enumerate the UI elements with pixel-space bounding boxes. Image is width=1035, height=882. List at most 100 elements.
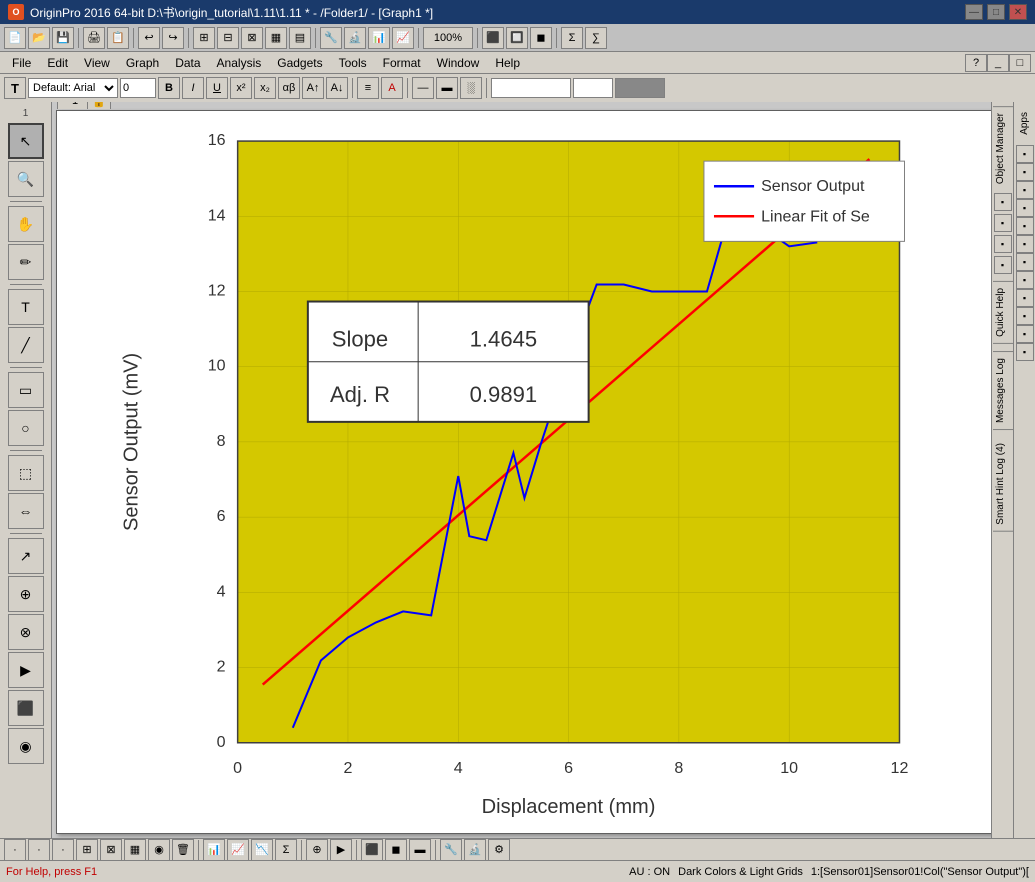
text-icon[interactable]: T [4,77,26,99]
menu-edit[interactable]: Edit [39,54,76,72]
arrow-tool[interactable]: ↗ [8,538,44,574]
tb-icon-9[interactable]: 📈 [392,27,414,49]
bt14[interactable]: ▶ [330,839,352,861]
om-btn4[interactable]: ▪ [994,256,1012,274]
apps-btn8[interactable]: ▪ [1016,271,1034,289]
tb-icon-5[interactable]: ▤ [289,27,311,49]
underline-button[interactable]: U [206,77,228,99]
save-button[interactable]: 💾 [52,27,74,49]
chart-svg[interactable]: 0 2 4 6 8 10 12 14 16 0 2 4 6 8 10 [57,111,1030,833]
menu-tools[interactable]: Tools [331,54,375,72]
line-tool[interactable]: ╱ [8,327,44,363]
zoom-tool[interactable]: 🔍 [8,161,44,197]
button5[interactable]: ◉ [8,728,44,764]
om-btn1[interactable]: ▪ [994,193,1012,211]
bt10[interactable]: 📈 [227,839,249,861]
tb-icon-12[interactable]: ◼ [530,27,552,49]
text-tool[interactable]: T [8,289,44,325]
apps-btn12[interactable]: ▪ [1016,343,1034,361]
italic-button[interactable]: I [182,77,204,99]
font-size-dn[interactable]: A↓ [326,77,348,99]
om-btn3[interactable]: ▪ [994,235,1012,253]
font-select[interactable]: Default: Arial [28,78,118,98]
rect-tool[interactable]: ▭ [8,372,44,408]
apps-btn10[interactable]: ▪ [1016,307,1034,325]
bt2[interactable]: · [28,839,50,861]
menu-min-btn[interactable]: _ [987,54,1009,72]
bt1[interactable]: · [4,839,26,861]
scale-tool[interactable]: ⇔ [8,493,44,529]
tb-icon-6[interactable]: 🔧 [320,27,342,49]
line-color-btn[interactable]: — [412,77,434,99]
smart-hint-label[interactable]: Smart Hint Log (4) [993,437,1013,532]
menu-gadgets[interactable]: Gadgets [269,54,330,72]
font-size-input[interactable] [120,78,156,98]
apps-btn7[interactable]: ▪ [1016,253,1034,271]
apps-btn2[interactable]: ▪ [1016,163,1034,181]
bt13[interactable]: ⊕ [306,839,328,861]
menu-analysis[interactable]: Analysis [209,54,270,72]
tb-icon-11[interactable]: 🔲 [506,27,528,49]
bt9[interactable]: 📊 [203,839,225,861]
font-size-up[interactable]: A↑ [302,77,324,99]
tb-icon-3[interactable]: ⊠ [241,27,263,49]
button3[interactable]: ▶ [8,652,44,688]
menu-max-btn[interactable]: □ [1009,54,1031,72]
bt5[interactable]: ⊠ [100,839,122,861]
pointer-tool[interactable]: ↖ [8,123,44,159]
pattern-btn[interactable]: ░ [460,77,482,99]
close-button[interactable]: ✕ [1009,4,1027,20]
menu-data[interactable]: Data [167,54,208,72]
bt8[interactable]: 🗑 [172,839,194,861]
tb-icon-1[interactable]: ⊞ [193,27,215,49]
menu-file[interactable]: File [4,54,39,72]
new-button[interactable]: 📄 [4,27,26,49]
tb-icon-4[interactable]: ▦ [265,27,287,49]
bt15[interactable]: ⬛ [361,839,383,861]
line-width-input[interactable]: 0 [573,78,613,98]
om-btn2[interactable]: ▪ [994,214,1012,232]
pan-tool[interactable]: ✋ [8,206,44,242]
button1[interactable]: ⊕ [8,576,44,612]
tb-icon-7[interactable]: 🔬 [344,27,366,49]
quick-help-label[interactable]: Quick Help [993,281,1013,344]
tb-icon-10[interactable]: ⬛ [482,27,504,49]
draw-tool[interactable]: ✏ [8,244,44,280]
bt4[interactable]: ⊞ [76,839,98,861]
tb-icon-13[interactable]: Σ [561,27,583,49]
apps-btn11[interactable]: ▪ [1016,325,1034,343]
bt12[interactable]: Σ [275,839,297,861]
redo-button[interactable]: ↪ [162,27,184,49]
messages-log-label[interactable]: Messages Log [993,351,1013,430]
zoom-level[interactable]: 100% [423,27,473,49]
apps-btn4[interactable]: ▪ [1016,199,1034,217]
align-left[interactable]: ≡ [357,77,379,99]
region-tool[interactable]: ⬚ [8,455,44,491]
color-swatch[interactable] [615,78,665,98]
menu-help[interactable]: Help [487,54,528,72]
apps-label[interactable]: Apps [1017,106,1032,141]
bt7[interactable]: ◉ [148,839,170,861]
apps-btn1[interactable]: ▪ [1016,145,1034,163]
undo-button[interactable]: ↩ [138,27,160,49]
greek-btn[interactable]: αβ [278,77,300,99]
bt6[interactable]: ▦ [124,839,146,861]
bold-button[interactable]: B [158,77,180,99]
menu-help-icon[interactable]: ? [965,54,987,72]
button4[interactable]: ⬛ [8,690,44,726]
bt11[interactable]: 📉 [251,839,273,861]
bt3[interactable]: · [52,839,74,861]
line-style-input[interactable] [491,78,571,98]
object-manager-label[interactable]: Object Manager [993,106,1013,190]
tb-icon-8[interactable]: 📊 [368,27,390,49]
menu-view[interactable]: View [76,54,118,72]
apps-btn5[interactable]: ▪ [1016,217,1034,235]
apps-btn9[interactable]: ▪ [1016,289,1034,307]
superscript-btn[interactable]: x² [230,77,252,99]
bt20[interactable]: ⚙ [488,839,510,861]
minimize-button[interactable]: — [965,4,983,20]
menu-window[interactable]: Window [429,54,488,72]
apps-btn6[interactable]: ▪ [1016,235,1034,253]
subscript-btn[interactable]: x₂ [254,77,276,99]
circle-tool[interactable]: ○ [8,410,44,446]
